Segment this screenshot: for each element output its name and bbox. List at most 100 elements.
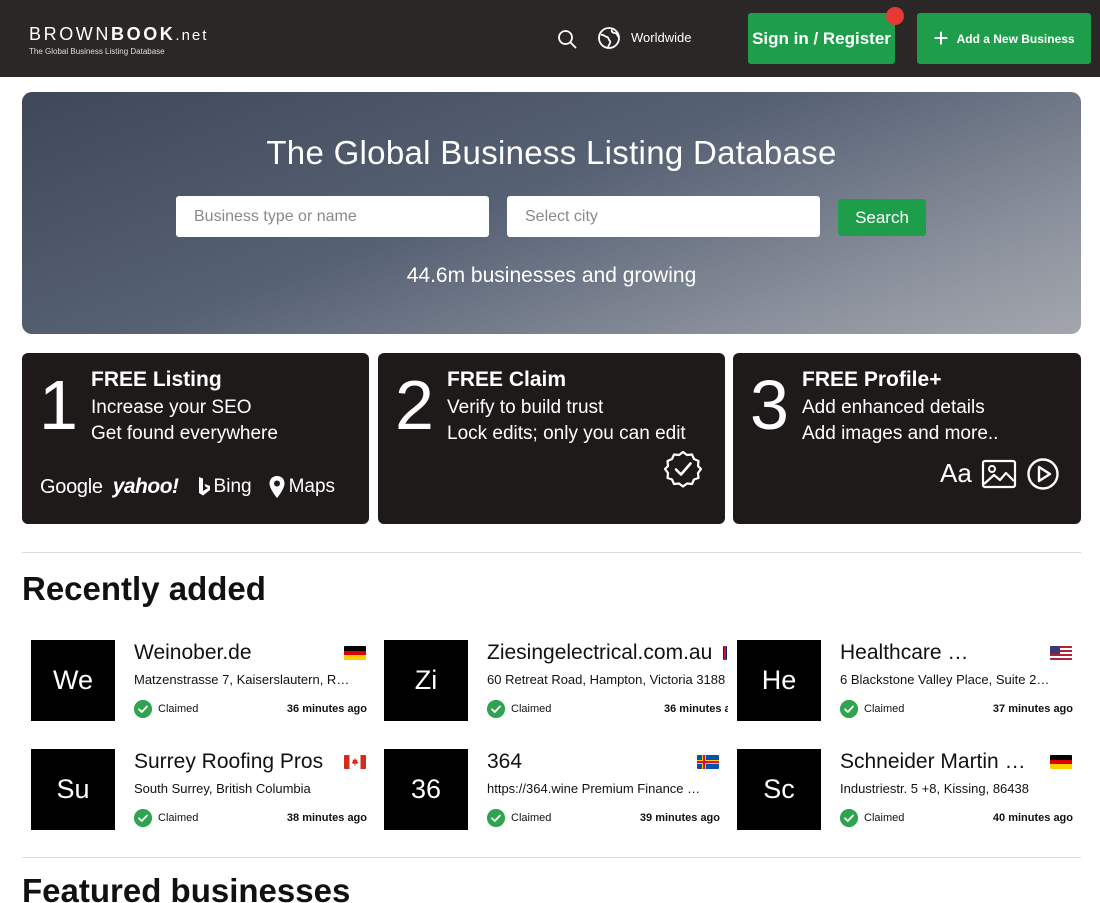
hero-title: The Global Business Listing Database	[266, 134, 837, 171]
business-avatar: Sc	[737, 749, 821, 830]
check-circle-icon	[487, 809, 505, 827]
region-selector[interactable]: Worldwide	[631, 30, 691, 45]
business-name[interactable]: 364	[487, 750, 693, 774]
added-time: 36 minutes ago	[664, 703, 728, 715]
status-label: Claimed	[864, 703, 905, 715]
business-card[interactable]: Zi Ziesingelectrical.com.au 60 Retreat R…	[384, 640, 728, 721]
business-card[interactable]: 36 364 https://364.wine Premium Finance …	[384, 749, 720, 830]
claimed-status: Claimed	[134, 700, 198, 718]
status-label: Claimed	[511, 703, 552, 715]
claimed-status: Claimed	[134, 809, 198, 827]
status-label: Claimed	[864, 812, 905, 824]
check-circle-icon	[134, 809, 152, 827]
globe-icon[interactable]	[597, 26, 621, 50]
usa-flag-icon	[1050, 646, 1072, 660]
business-avatar: 36	[384, 749, 468, 830]
search-icon[interactable]	[556, 28, 578, 50]
feature-title: FREE Profile+	[802, 368, 942, 391]
aland-flag-icon	[697, 755, 719, 769]
business-name[interactable]: Ziesingelectrical.com.au	[487, 641, 723, 665]
maps-label: Maps	[288, 476, 336, 497]
added-time: 40 minutes ago	[992, 812, 1073, 824]
top-navigation-bar: BROWNBOOK.net The Global Business Listin…	[0, 0, 1100, 77]
text-format-icon: Aa	[940, 458, 972, 488]
notification-dot	[886, 7, 904, 25]
image-icon	[981, 459, 1017, 489]
feature-card-free-listing[interactable]: 1 FREE Listing Increase your SEO Get fou…	[22, 353, 369, 524]
added-time: 36 minutes ago	[286, 703, 367, 715]
feature-number: 2	[395, 366, 434, 444]
business-address: 6 Blackstone Valley Place, Suite 201, Li…	[840, 672, 1052, 687]
business-name[interactable]: Surrey Roofing Pros	[134, 750, 340, 774]
claimed-status: Claimed	[487, 700, 551, 718]
feature-title: FREE Claim	[447, 368, 567, 391]
business-search-input[interactable]	[176, 196, 489, 237]
city-select-input[interactable]	[507, 196, 820, 237]
added-time: 38 minutes ago	[286, 812, 367, 824]
section-divider	[22, 857, 1081, 858]
feature-card-free-profile-plus[interactable]: 3 FREE Profile+ Add enhanced details Add…	[733, 353, 1081, 524]
check-circle-icon	[487, 700, 505, 718]
video-play-icon	[1027, 458, 1059, 490]
business-avatar: Zi	[384, 640, 468, 721]
added-time: 39 minutes ago	[639, 812, 720, 824]
feature-line: Get found everywhere	[91, 423, 278, 444]
claimed-status: Claimed	[840, 700, 904, 718]
business-address: South Surrey, British Columbia	[134, 781, 311, 796]
check-circle-icon	[840, 700, 858, 718]
business-card[interactable]: He Healthcare Benefits Management 6 Blac…	[737, 640, 1073, 721]
business-card[interactable]: Sc Schneider Martin Elektro Industriestr…	[737, 749, 1073, 830]
canada-flag-icon	[344, 755, 366, 769]
feature-number: 3	[750, 366, 789, 444]
map-pin-icon	[269, 476, 285, 498]
yahoo-logo: yahoo!	[112, 475, 179, 498]
business-name[interactable]: Healthcare Benefits Management	[840, 641, 970, 665]
australia-flag-icon	[723, 646, 727, 660]
usa-flag-graphic	[1050, 646, 1072, 660]
verified-badge-icon	[664, 450, 702, 488]
business-name[interactable]: Schneider Martin Elektro	[840, 750, 1032, 774]
business-card[interactable]: We Weinober.de Matzenstrasse 7, Kaisersl…	[31, 640, 367, 721]
canada-flag-graphic	[344, 755, 366, 769]
search-button[interactable]: Search	[838, 199, 926, 236]
bing-label: Bing	[213, 476, 252, 497]
claimed-status: Claimed	[487, 809, 551, 827]
feature-line: Increase your SEO	[91, 397, 252, 418]
feature-number: 1	[39, 366, 78, 444]
business-address: Matzenstrasse 7, Kaiserslautern, Rhinela…	[134, 672, 352, 687]
feature-line: Add enhanced details	[802, 397, 985, 418]
business-avatar: He	[737, 640, 821, 721]
feature-line: Verify to build trust	[447, 397, 604, 418]
aland-flag-graphic	[697, 755, 719, 769]
business-avatar: We	[31, 640, 115, 721]
germany-flag-icon	[1050, 755, 1072, 769]
business-count-text: 44.6m businesses and growing	[406, 264, 697, 287]
bing-logo: Bing	[197, 476, 252, 498]
add-new-business-label: Add a New Business	[956, 31, 1075, 46]
added-time: 37 minutes ago	[992, 703, 1073, 715]
feature-line: Add images and more..	[802, 423, 999, 444]
sign-in-register-button[interactable]: Sign in / Register	[748, 13, 895, 64]
bing-icon	[198, 477, 210, 496]
plus-icon: +	[933, 22, 949, 53]
search-engine-logos: Google yahoo! Bing Maps	[40, 475, 335, 499]
logo-tagline: The Global Business Listing Database	[29, 47, 165, 56]
germany-flag-icon	[344, 646, 366, 660]
business-card[interactable]: Su Surrey Roofing Pros South Surrey, Bri…	[31, 749, 367, 830]
add-new-business-button[interactable]: + Add a New Business	[917, 13, 1091, 64]
section-divider	[22, 552, 1081, 553]
feature-card-free-claim[interactable]: 2 FREE Claim Verify to build trust Lock …	[378, 353, 725, 524]
business-avatar: Su	[31, 749, 115, 830]
recently-added-heading: Recently added	[22, 570, 266, 607]
google-logo: Google	[40, 475, 103, 498]
hero-search-panel: The Global Business Listing Database Sea…	[22, 92, 1081, 334]
feature-title: FREE Listing	[91, 368, 222, 391]
brownbook-logo[interactable]: BROWNBOOK.net The Global Business Listin…	[29, 24, 208, 57]
logo-wordmark: BROWNBOOK.net	[29, 24, 209, 44]
featured-businesses-heading: Featured businesses	[22, 872, 351, 903]
business-address: 60 Retreat Road, Hampton, Victoria 3188	[487, 672, 726, 687]
feature-line: Lock edits; only you can edit	[447, 423, 686, 444]
status-label: Claimed	[511, 812, 552, 824]
business-name[interactable]: Weinober.de	[134, 641, 340, 665]
check-circle-icon	[840, 809, 858, 827]
